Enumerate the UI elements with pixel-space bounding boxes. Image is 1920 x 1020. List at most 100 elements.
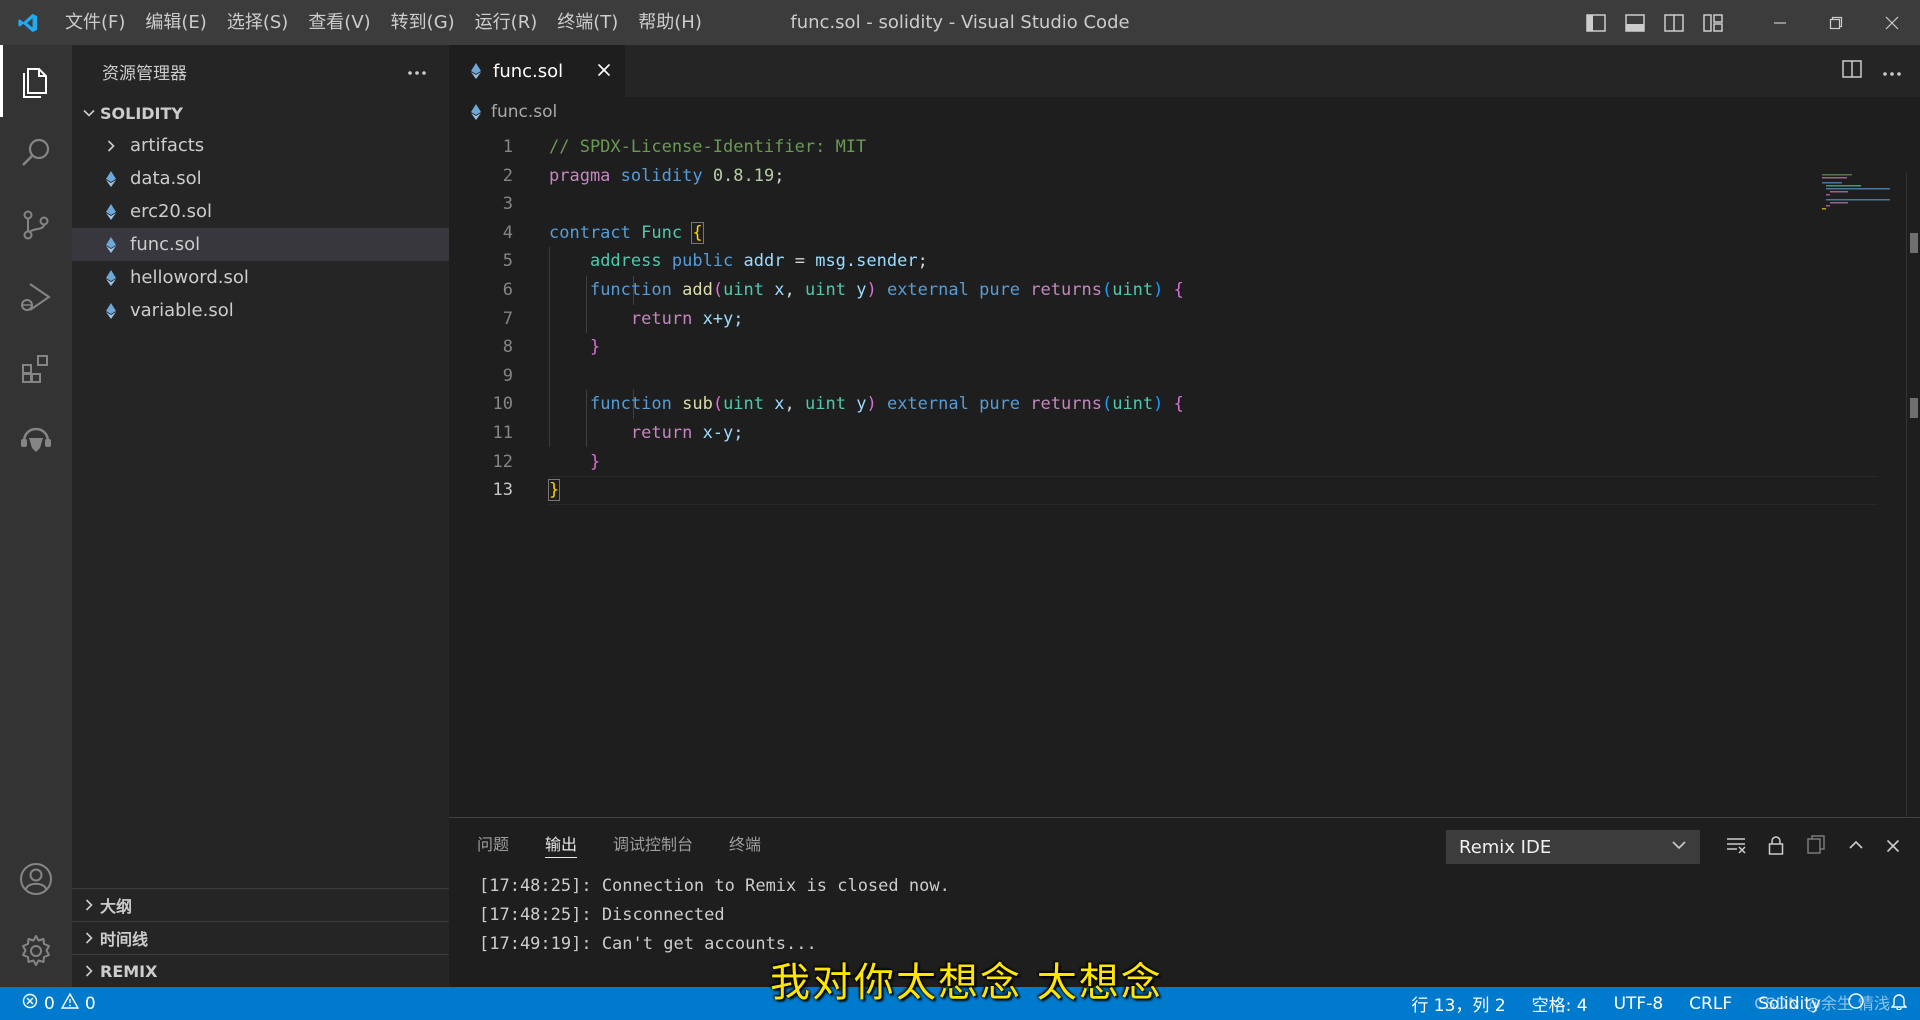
code-line-current: 13} [449,476,1920,505]
tab-debug-console[interactable]: 调试控制台 [613,818,693,872]
remix-section-label: REMIX [100,961,158,981]
tree-item-label: func.sol [130,234,201,255]
breadcrumb[interactable]: func.sol [449,97,1920,127]
chevron-right-icon [100,139,122,153]
code-line: 6 function add(uint x, uint y) external … [502,279,1184,300]
code-line: 3 [502,194,513,215]
remix-section-header[interactable]: REMIX [72,954,449,987]
solidity-file-icon [100,269,122,286]
menu-bar: 文件(F) 编辑(E) 选择(S) 查看(V) 转到(G) 运行(R) 终端(T… [55,0,712,45]
editor-tab-bar: func.sol [449,45,1920,97]
tab-output[interactable]: 输出 [545,818,578,872]
tree-item-label: artifacts [130,135,205,156]
source-control-icon[interactable] [0,189,72,261]
customize-layout-icon[interactable] [1693,0,1732,45]
outline-section-label: 大纲 [100,897,133,916]
code-line: 1// SPDX-License-Identifier: MIT [502,137,867,157]
clear-output-icon[interactable] [1726,836,1746,858]
output-log[interactable]: [17:48:25]: Connection to Remix is close… [449,872,1920,959]
warning-icon [60,992,80,1014]
remix-icon[interactable] [0,405,72,477]
close-tab-icon[interactable] [597,61,611,82]
extensions-icon[interactable] [0,333,72,405]
menu-file[interactable]: 文件(F) [55,0,135,45]
tree-item-func-sol[interactable]: func.sol [72,228,449,261]
breadcrumb-file: func.sol [491,102,558,122]
tab-func-sol[interactable]: func.sol [449,45,625,97]
solidity-file-icon [100,203,122,220]
settings-gear-icon[interactable] [0,915,72,987]
tab-problems[interactable]: 问题 [477,818,509,872]
solidity-file-icon [100,170,122,187]
tree-item-variable-sol[interactable]: variable.sol [72,294,449,327]
menu-help[interactable]: 帮助(H) [628,0,712,45]
line-ending[interactable]: CRLF [1676,994,1745,1014]
code-line: 10 function sub(uint x, uint y) external… [492,394,1184,415]
menu-terminal[interactable]: 终端(T) [547,0,628,45]
menu-view[interactable]: 查看(V) [298,0,380,45]
minimize-icon[interactable] [1752,0,1808,45]
code-line: 9 [502,365,513,386]
code-line: 5 address public addr = msg.sender; [502,251,928,272]
explorer-title: 资源管理器 [102,63,187,84]
tree-item-artifacts[interactable]: artifacts [72,129,449,162]
solidity-file-icon [471,63,481,79]
menu-edit[interactable]: 编辑(E) [135,0,216,45]
chevron-right-icon [78,964,100,978]
tree-item-data-sol[interactable]: data.sol [72,162,449,195]
solidity-file-icon [471,104,481,120]
workspace-folder-header[interactable]: SOLIDITY [72,97,449,129]
code-line: 7 return x+y; [502,308,744,329]
more-actions-icon[interactable] [407,61,427,81]
explorer-sidebar: 资源管理器 SOLIDITY artifacts data.sol erc20.… [72,45,449,987]
encoding[interactable]: UTF-8 [1601,994,1677,1014]
tree-item-label: helloword.sol [130,267,249,288]
tree-item-helloword-sol[interactable]: helloword.sol [72,261,449,294]
maximize-panel-icon[interactable] [1848,837,1864,857]
editor-more-actions-icon[interactable] [1882,62,1902,81]
menu-selection[interactable]: 选择(S) [217,0,298,45]
vscode-logo-icon [0,0,55,45]
close-panel-icon[interactable] [1886,838,1900,857]
title-bar: 文件(F) 编辑(E) 选择(S) 查看(V) 转到(G) 运行(R) 终端(T… [0,0,1920,45]
output-channel-select[interactable]: Remix IDE [1446,830,1700,864]
warning-count: 0 [84,993,96,1014]
video-subtitle: 我对你太想念 太想念 [770,960,1163,1006]
code-line: 11 return x-y; [492,422,744,443]
problems-status[interactable]: 0 0 [0,992,96,1014]
solidity-file-icon [100,302,122,319]
open-in-editor-icon[interactable] [1806,835,1826,859]
close-window-icon[interactable] [1864,0,1920,45]
indentation[interactable]: 空格: 4 [1519,991,1601,1016]
menu-run[interactable]: 运行(R) [465,0,548,45]
lock-scroll-icon[interactable] [1768,835,1784,859]
search-icon[interactable] [0,117,72,189]
explorer-icon[interactable] [0,45,72,117]
output-channel-value: Remix IDE [1459,836,1552,858]
run-debug-icon[interactable] [0,261,72,333]
toggle-panel-icon[interactable] [1615,0,1654,45]
code-line: 2 pragma solidity 0.8.19; [502,165,785,186]
chevron-down-icon [78,106,100,120]
editor-scrollbar[interactable] [1906,173,1920,863]
window-title: func.sol - solidity - Visual Studio Code [790,12,1130,33]
account-icon[interactable] [0,843,72,915]
minimap[interactable] [1820,173,1891,213]
code-line: 8 } [502,337,601,358]
restore-icon[interactable] [1808,0,1864,45]
code-editor[interactable]: 1// SPDX-License-Identifier: MIT 2 pragma… [449,133,1920,817]
tab-label: func.sol [493,60,564,82]
menu-go[interactable]: 转到(G) [381,0,465,45]
toggle-secondary-sidebar-icon[interactable] [1654,0,1693,45]
tree-item-erc20-sol[interactable]: erc20.sol [72,195,449,228]
timeline-section-header[interactable]: 时间线 [72,921,449,954]
toggle-primary-sidebar-icon[interactable] [1576,0,1615,45]
tab-terminal[interactable]: 终端 [729,818,761,872]
outline-section-header[interactable]: 大纲 [72,888,449,921]
cursor-position[interactable]: 行 13，列 2 [1398,991,1518,1016]
error-icon [22,993,38,1014]
error-count: 0 [44,993,55,1014]
output-line: [17:48:25]: Disconnected [479,905,725,925]
activity-bar [0,45,72,987]
split-editor-icon[interactable] [1842,60,1862,82]
